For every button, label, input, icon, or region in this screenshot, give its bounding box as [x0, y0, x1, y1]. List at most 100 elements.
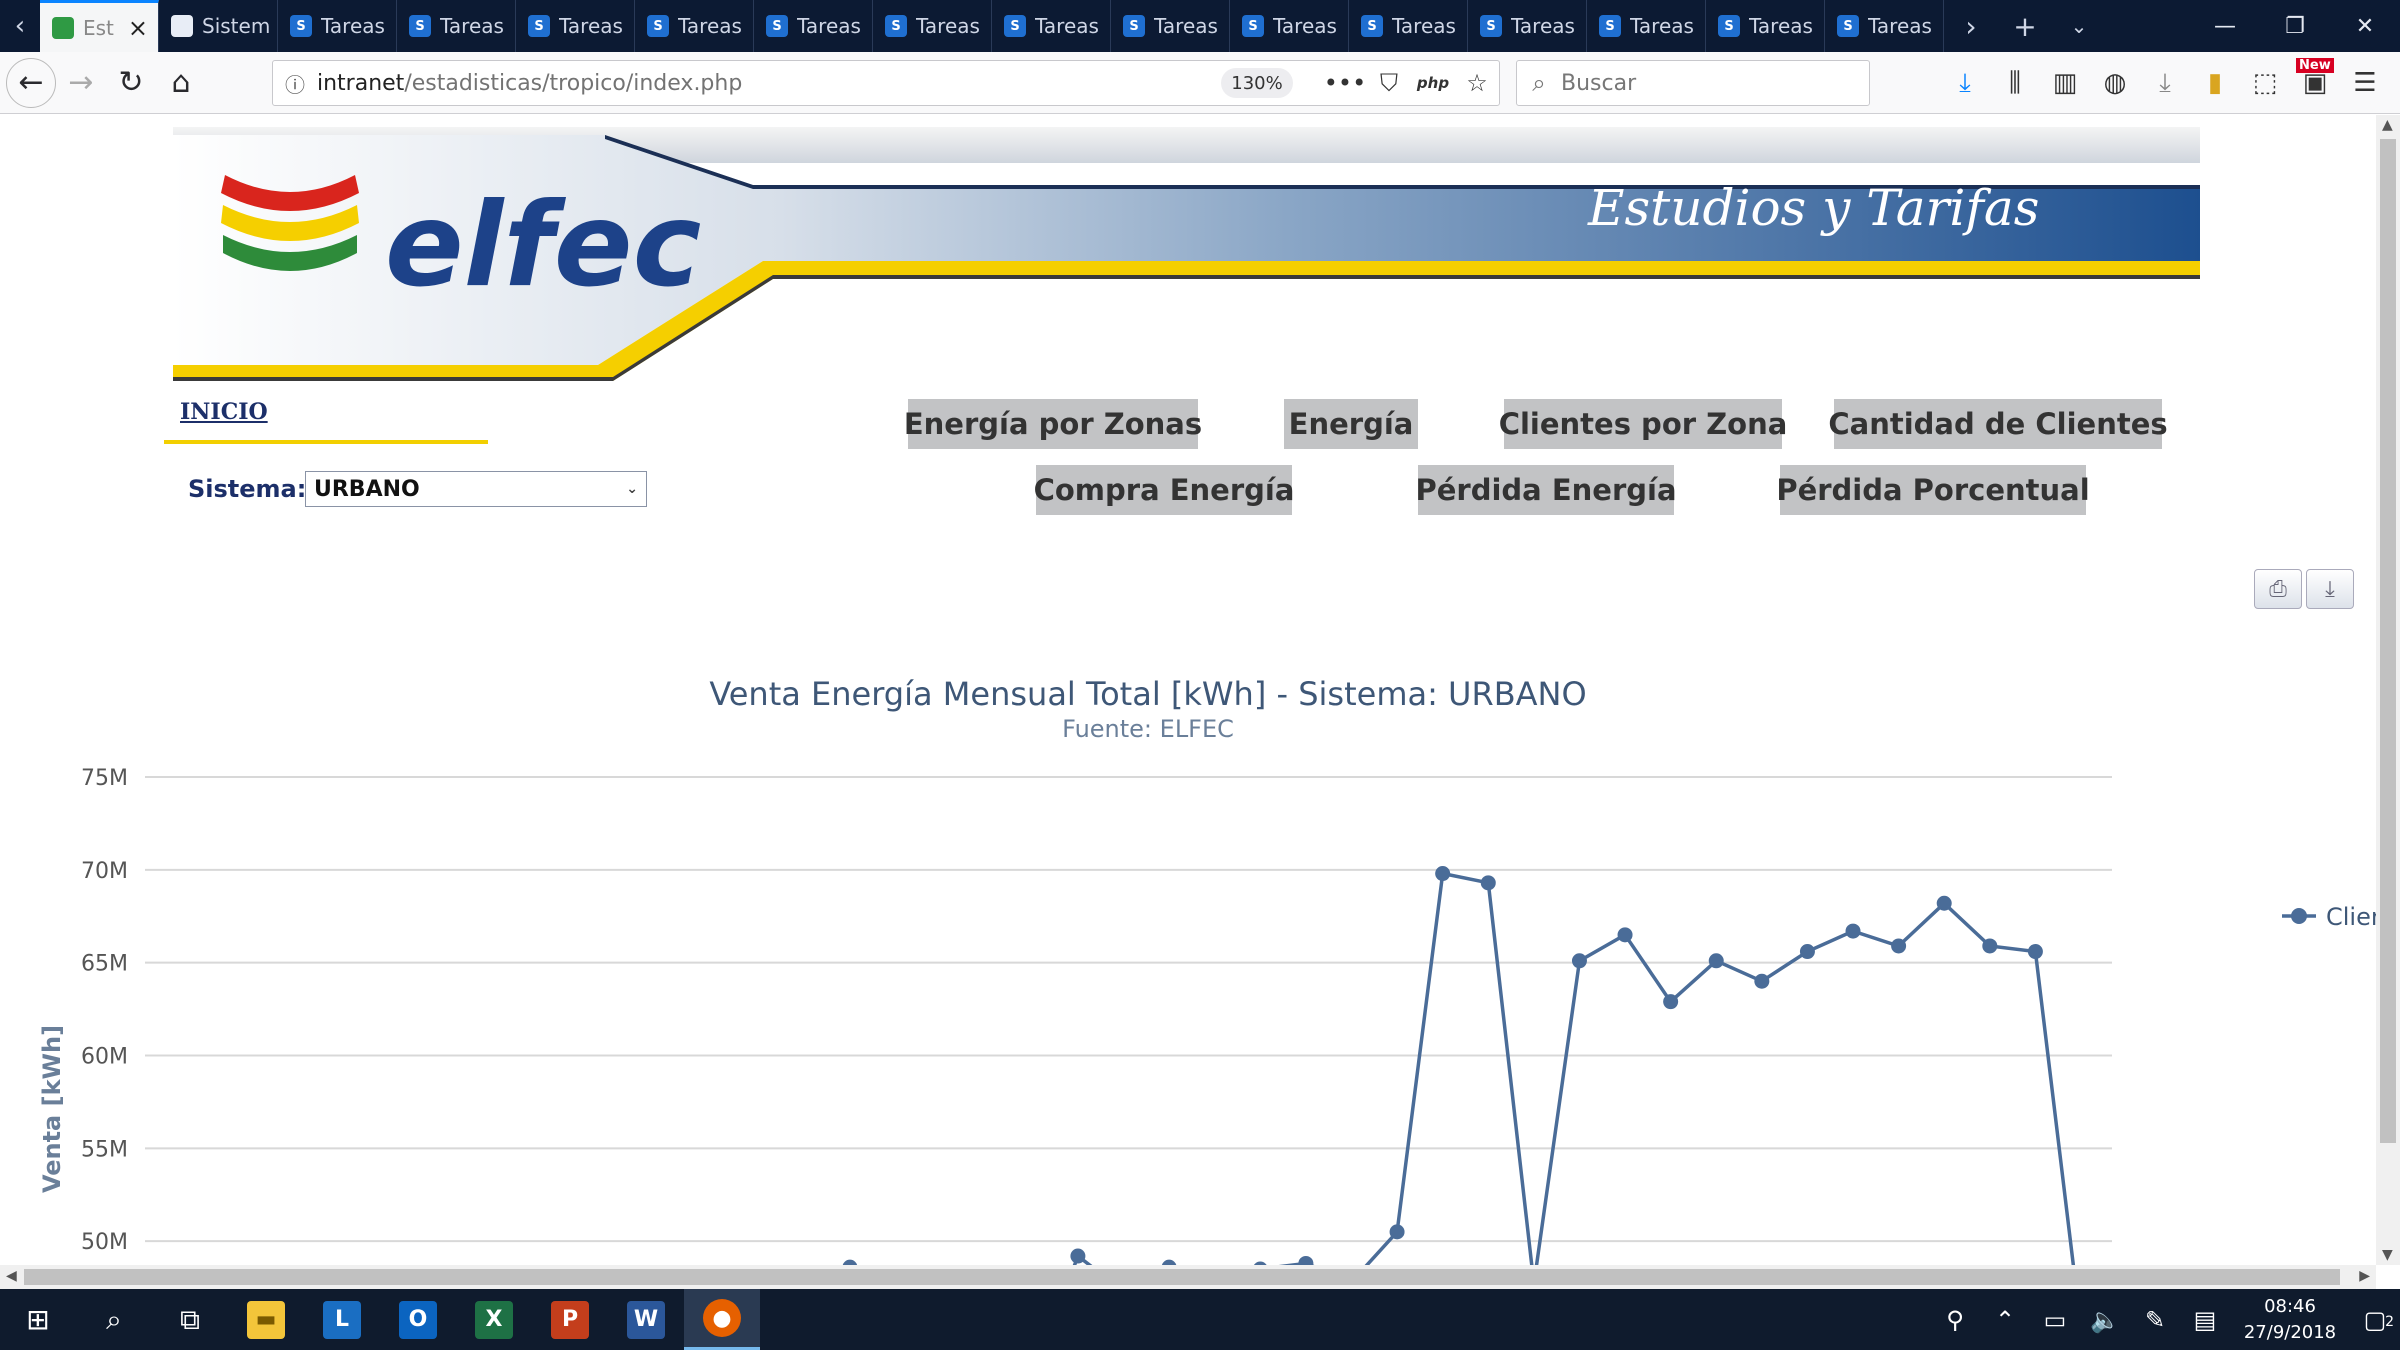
browser-tab[interactable]: S Tareas: [278, 0, 397, 52]
search-bar[interactable]: ⌕ Buscar: [1516, 60, 1870, 106]
browser-tab[interactable]: S Tareas: [992, 0, 1111, 52]
menu-clientes-por-zona-button[interactable]: Clientes por Zona: [1499, 399, 1787, 449]
chart-legend[interactable]: Clien: [2282, 903, 2376, 931]
data-point[interactable]: [1982, 938, 1998, 954]
data-point[interactable]: [1891, 938, 1907, 954]
restore-icon[interactable]: ❐: [2260, 0, 2330, 52]
browser-tab[interactable]: S Tareas: [635, 0, 754, 52]
scroll-down-icon[interactable]: ▼: [2382, 1247, 2393, 1263]
data-point[interactable]: [1845, 923, 1861, 939]
scroll-up-icon[interactable]: ▲: [2382, 117, 2393, 133]
screenshot-icon[interactable]: ⬚: [2240, 68, 2290, 98]
bookmark-star-icon[interactable]: ☆: [1455, 69, 1499, 97]
taskbar-powerpoint[interactable]: P: [532, 1289, 608, 1350]
browser-tab[interactable]: S Tareas: [1468, 0, 1587, 52]
new-tab-icon[interactable]: +: [1998, 0, 2052, 52]
forward-icon[interactable]: →: [56, 58, 106, 108]
scroll-left-icon[interactable]: ◀: [6, 1268, 17, 1284]
library-icon[interactable]: ⫼: [1990, 68, 2040, 99]
php-addon-icon[interactable]: php: [1411, 74, 1455, 92]
menu-icon[interactable]: ☰: [2340, 68, 2390, 98]
action-center-icon[interactable]: ▢ 2: [2350, 1306, 2400, 1334]
volume-icon[interactable]: 🔈: [2080, 1306, 2130, 1334]
scroll-right-icon[interactable]: ▶: [2359, 1268, 2370, 1284]
menu-perdida-porcentual-button[interactable]: Pérdida Porcentual: [1776, 465, 2090, 515]
clock[interactable]: 08:46 27/9/2018: [2230, 1294, 2350, 1346]
pen-icon[interactable]: ✎: [2130, 1306, 2180, 1334]
taskbar-file-explorer[interactable]: ▬: [228, 1289, 304, 1350]
data-point[interactable]: [1389, 1224, 1405, 1240]
back-icon[interactable]: ←: [6, 57, 56, 108]
close-tab-icon[interactable]: ×: [128, 14, 148, 42]
zoom-indicator[interactable]: 130%: [1221, 68, 1293, 98]
sidebar-icon[interactable]: ▥: [2040, 68, 2090, 98]
data-point[interactable]: [2027, 944, 2043, 960]
page-actions-icon[interactable]: •••: [1323, 69, 1367, 97]
browser-tab[interactable]: S Tareas: [1587, 0, 1706, 52]
keyboard-icon[interactable]: ▤: [2180, 1306, 2230, 1334]
reload-icon[interactable]: ↻: [106, 58, 156, 108]
url-bar[interactable]: ⓘ intranet/estadisticas/tropico/index.ph…: [272, 60, 1500, 106]
taskbar-outlook[interactable]: O: [380, 1289, 456, 1350]
browser-tab[interactable]: Sistem: [159, 0, 278, 52]
browser-tab[interactable]: S Tareas: [1706, 0, 1825, 52]
data-point[interactable]: [1571, 953, 1587, 969]
browser-tab[interactable]: S Tareas: [1230, 0, 1349, 52]
new-feature-icon[interactable]: ▣ New: [2290, 58, 2340, 98]
data-point[interactable]: [1298, 1255, 1314, 1265]
browser-tab[interactable]: S Tareas: [516, 0, 635, 52]
taskbar-excel[interactable]: X: [456, 1289, 532, 1350]
taskbar-firefox[interactable]: ●: [684, 1289, 760, 1350]
data-point[interactable]: [1936, 895, 1952, 911]
data-point[interactable]: [1663, 994, 1679, 1010]
vertical-scroll-thumb[interactable]: [2380, 139, 2396, 1143]
nav-home-link[interactable]: INICIO: [180, 399, 268, 425]
horizontal-scrollbar[interactable]: ◀ ▶: [0, 1265, 2376, 1289]
search-input[interactable]: Buscar: [1561, 71, 1636, 96]
list-all-tabs-icon[interactable]: ⌄: [2052, 0, 2106, 52]
browser-tab[interactable]: S Tareas: [873, 0, 992, 52]
taskbar-word[interactable]: W: [608, 1289, 684, 1350]
browser-tab[interactable]: Est ×: [40, 0, 159, 52]
tab-label: Sistem: [202, 14, 271, 38]
search-taskbar-button[interactable]: ⌕: [76, 1289, 152, 1350]
menu-energia-por-zonas-button[interactable]: Energía por Zonas: [904, 399, 1202, 449]
home-icon[interactable]: ⌂: [156, 58, 206, 108]
url-text[interactable]: intranet/estadisticas/tropico/index.php: [317, 71, 1221, 96]
browser-tab[interactable]: S Tareas: [397, 0, 516, 52]
horizontal-scroll-thumb[interactable]: [24, 1269, 2340, 1285]
data-point[interactable]: [1480, 875, 1496, 891]
battery-icon[interactable]: ▭: [2030, 1306, 2080, 1334]
data-point[interactable]: [1070, 1248, 1086, 1264]
start-button[interactable]: ⊞: [0, 1289, 76, 1350]
extension-globe-icon[interactable]: ◍: [2090, 68, 2140, 98]
menu-cantidad-de-clientes-button[interactable]: Cantidad de Clientes: [1828, 399, 2168, 449]
extension-folder-icon[interactable]: ▮: [2190, 68, 2240, 98]
sistema-select[interactable]: URBANO ⌄: [305, 471, 647, 507]
pocket-icon[interactable]: ⛉: [1367, 69, 1411, 97]
menu-perdida-energia-button[interactable]: Pérdida Energía: [1415, 465, 1677, 515]
data-point[interactable]: [1708, 953, 1724, 969]
data-point[interactable]: [1617, 927, 1633, 943]
minimize-icon[interactable]: —: [2190, 0, 2260, 52]
browser-tab[interactable]: S Tareas: [1825, 0, 1944, 52]
browser-tab[interactable]: S Tareas: [1111, 0, 1230, 52]
tab-scroll-right-icon[interactable]: ›: [1944, 0, 1998, 52]
menu-energia-button[interactable]: Energía: [1284, 399, 1418, 449]
browser-tab[interactable]: S Tareas: [1349, 0, 1468, 52]
data-point[interactable]: [1799, 944, 1815, 960]
downloads-icon[interactable]: ⤓: [2140, 68, 2190, 99]
vertical-scrollbar[interactable]: ▲ ▼: [2376, 115, 2400, 1265]
close-window-icon[interactable]: ✕: [2330, 0, 2400, 52]
data-point[interactable]: [1435, 866, 1451, 882]
tab-scroll-left-icon[interactable]: ‹: [0, 0, 40, 52]
download-active-icon[interactable]: ⤓: [1940, 68, 1990, 99]
browser-tab[interactable]: S Tareas: [754, 0, 873, 52]
data-point[interactable]: [1754, 973, 1770, 989]
site-info-icon[interactable]: ⓘ: [273, 69, 317, 98]
show-hidden-icons-icon[interactable]: ⌃: [1980, 1306, 2030, 1334]
menu-compra-energia-button[interactable]: Compra Energía: [1034, 465, 1294, 515]
taskbar-lync[interactable]: L: [304, 1289, 380, 1350]
task-view-button[interactable]: ⧉: [152, 1289, 228, 1350]
people-icon[interactable]: ⚲: [1930, 1306, 1980, 1334]
